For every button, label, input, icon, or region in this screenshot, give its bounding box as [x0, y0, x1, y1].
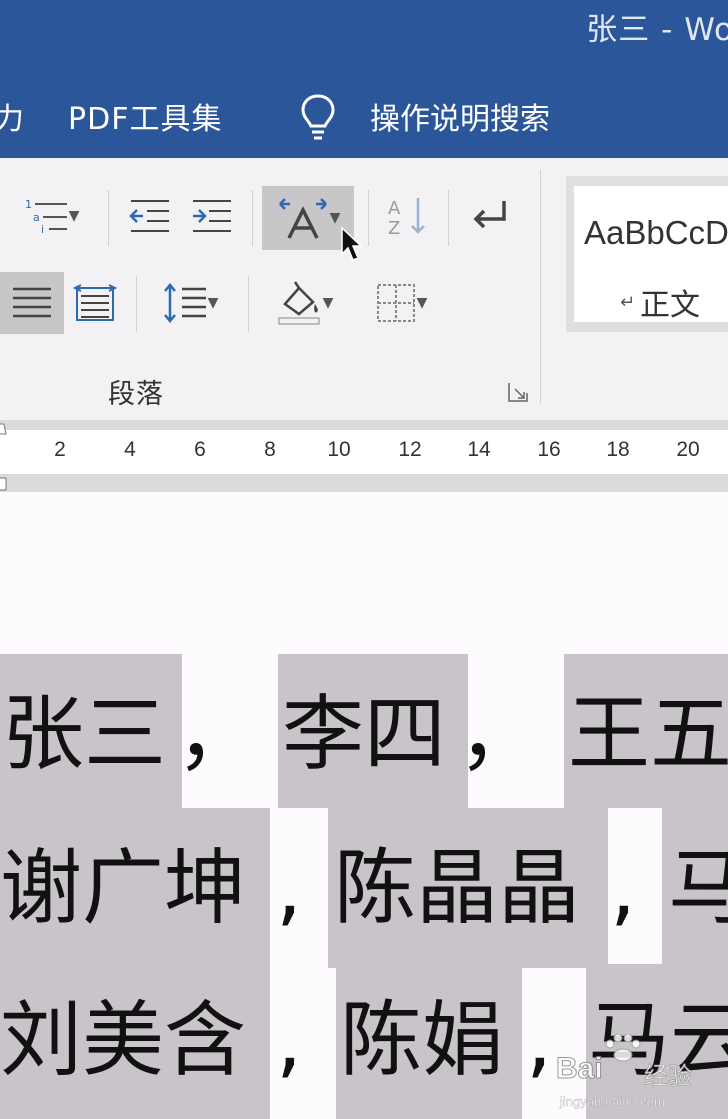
decrease-indent-icon: [129, 200, 169, 232]
svg-text:i: i: [41, 223, 44, 236]
text-run: 张三: [2, 687, 167, 782]
punctuation: ,: [276, 841, 303, 936]
indent-marker-icon[interactable]: [0, 422, 10, 492]
divider: [252, 190, 253, 246]
borders-button[interactable]: ▼: [358, 276, 444, 330]
increase-indent-button[interactable]: [186, 192, 236, 240]
ruler-tick-label: 4: [124, 438, 136, 461]
ruler-tick-label: 10: [327, 438, 351, 461]
text-run: 李四: [282, 687, 447, 782]
text-run: 王五: [568, 687, 728, 782]
decrease-indent-button[interactable]: [124, 192, 174, 240]
show-hide-marks-button[interactable]: [460, 192, 516, 240]
mouse-cursor-icon: [341, 226, 363, 261]
punctuation: ,: [610, 841, 637, 936]
divider: [248, 276, 249, 332]
divider: [108, 190, 109, 246]
ruler-tick-label: 20: [676, 438, 700, 461]
text-run: 陈娟: [340, 993, 505, 1088]
paint-bucket-icon: [278, 281, 320, 325]
text-run: 马: [668, 841, 728, 936]
distributed-icon: [73, 284, 117, 321]
punctuation: ,: [276, 993, 303, 1088]
justify-icon: [13, 287, 51, 318]
style-name: 正文: [640, 288, 700, 323]
text-run: 刘美含: [0, 993, 247, 1088]
tab-pdf-tools[interactable]: PDF工具集: [68, 94, 222, 138]
watermark-brand: Bai: [556, 1052, 604, 1086]
ruler-tick-label: 8: [264, 438, 276, 461]
divider: [136, 276, 137, 332]
paragraph-return-icon: ↵: [620, 292, 636, 313]
chevron-down-icon: ▼: [207, 295, 219, 311]
shading-button[interactable]: ▼: [260, 276, 348, 330]
chevron-down-icon: ▼: [68, 208, 80, 224]
chevron-down-icon: ▼: [416, 295, 428, 311]
svg-text:1: 1: [25, 198, 32, 211]
punctuation: ，: [458, 687, 541, 782]
style-sample-text: AaBbCcD: [584, 214, 728, 251]
line-spacing-button[interactable]: ▼: [148, 276, 232, 330]
ruler-tick-label: 2: [54, 438, 66, 461]
svg-text:A: A: [388, 198, 401, 219]
watermark-url: jingyan.baidu.com: [560, 1094, 665, 1109]
borders-icon: [376, 284, 415, 322]
punctuation: ，: [176, 687, 259, 782]
paragraph-group-label: 段落: [108, 379, 164, 410]
distributed-align-button[interactable]: [68, 276, 122, 330]
increase-indent-icon: [193, 200, 231, 232]
ruler-tick-label: 16: [537, 438, 561, 461]
character-spacing-icon: [278, 198, 327, 239]
divider: [448, 190, 449, 246]
line-spacing-icon: [163, 283, 206, 323]
sort-icon: A Z: [388, 198, 425, 238]
svg-text:Z: Z: [388, 218, 400, 238]
ruler-tick-label: 6: [194, 438, 206, 461]
tab-partial[interactable]: 力: [0, 94, 24, 138]
lightbulb-icon[interactable]: [298, 92, 338, 142]
svg-text:a: a: [33, 211, 40, 224]
multilevel-list-button[interactable]: 1 a i ▼: [12, 192, 90, 240]
divider: [540, 170, 541, 404]
punctuation: ,: [526, 993, 553, 1088]
ruler-tick-label: 18: [606, 438, 630, 461]
text-run: 谢广坤: [0, 841, 247, 936]
justify-button[interactable]: [0, 272, 64, 334]
tell-me-search[interactable]: 操作说明搜索: [370, 94, 550, 138]
paragraph-mark-icon: [473, 201, 506, 229]
watermark-brand-cn: 经验: [644, 1062, 693, 1091]
divider: [368, 190, 369, 246]
baidu-jingyan-watermark: Bai 经验 jingyan.baidu.com: [556, 1034, 724, 1114]
ruler-tick-label: 12: [398, 438, 422, 461]
dialog-launcher-icon[interactable]: [506, 380, 530, 404]
ruler-tick-label: 14: [467, 438, 491, 461]
chevron-down-icon: ▼: [329, 210, 341, 226]
window-title: 张三 - Wo: [586, 12, 728, 48]
sort-button[interactable]: A Z: [380, 192, 436, 240]
baidu-paw-icon: [605, 1034, 641, 1062]
text-run: 陈晶晶: [334, 841, 581, 936]
multilevel-list-icon: 1 a i: [25, 198, 67, 236]
chevron-down-icon: ▼: [322, 295, 334, 311]
